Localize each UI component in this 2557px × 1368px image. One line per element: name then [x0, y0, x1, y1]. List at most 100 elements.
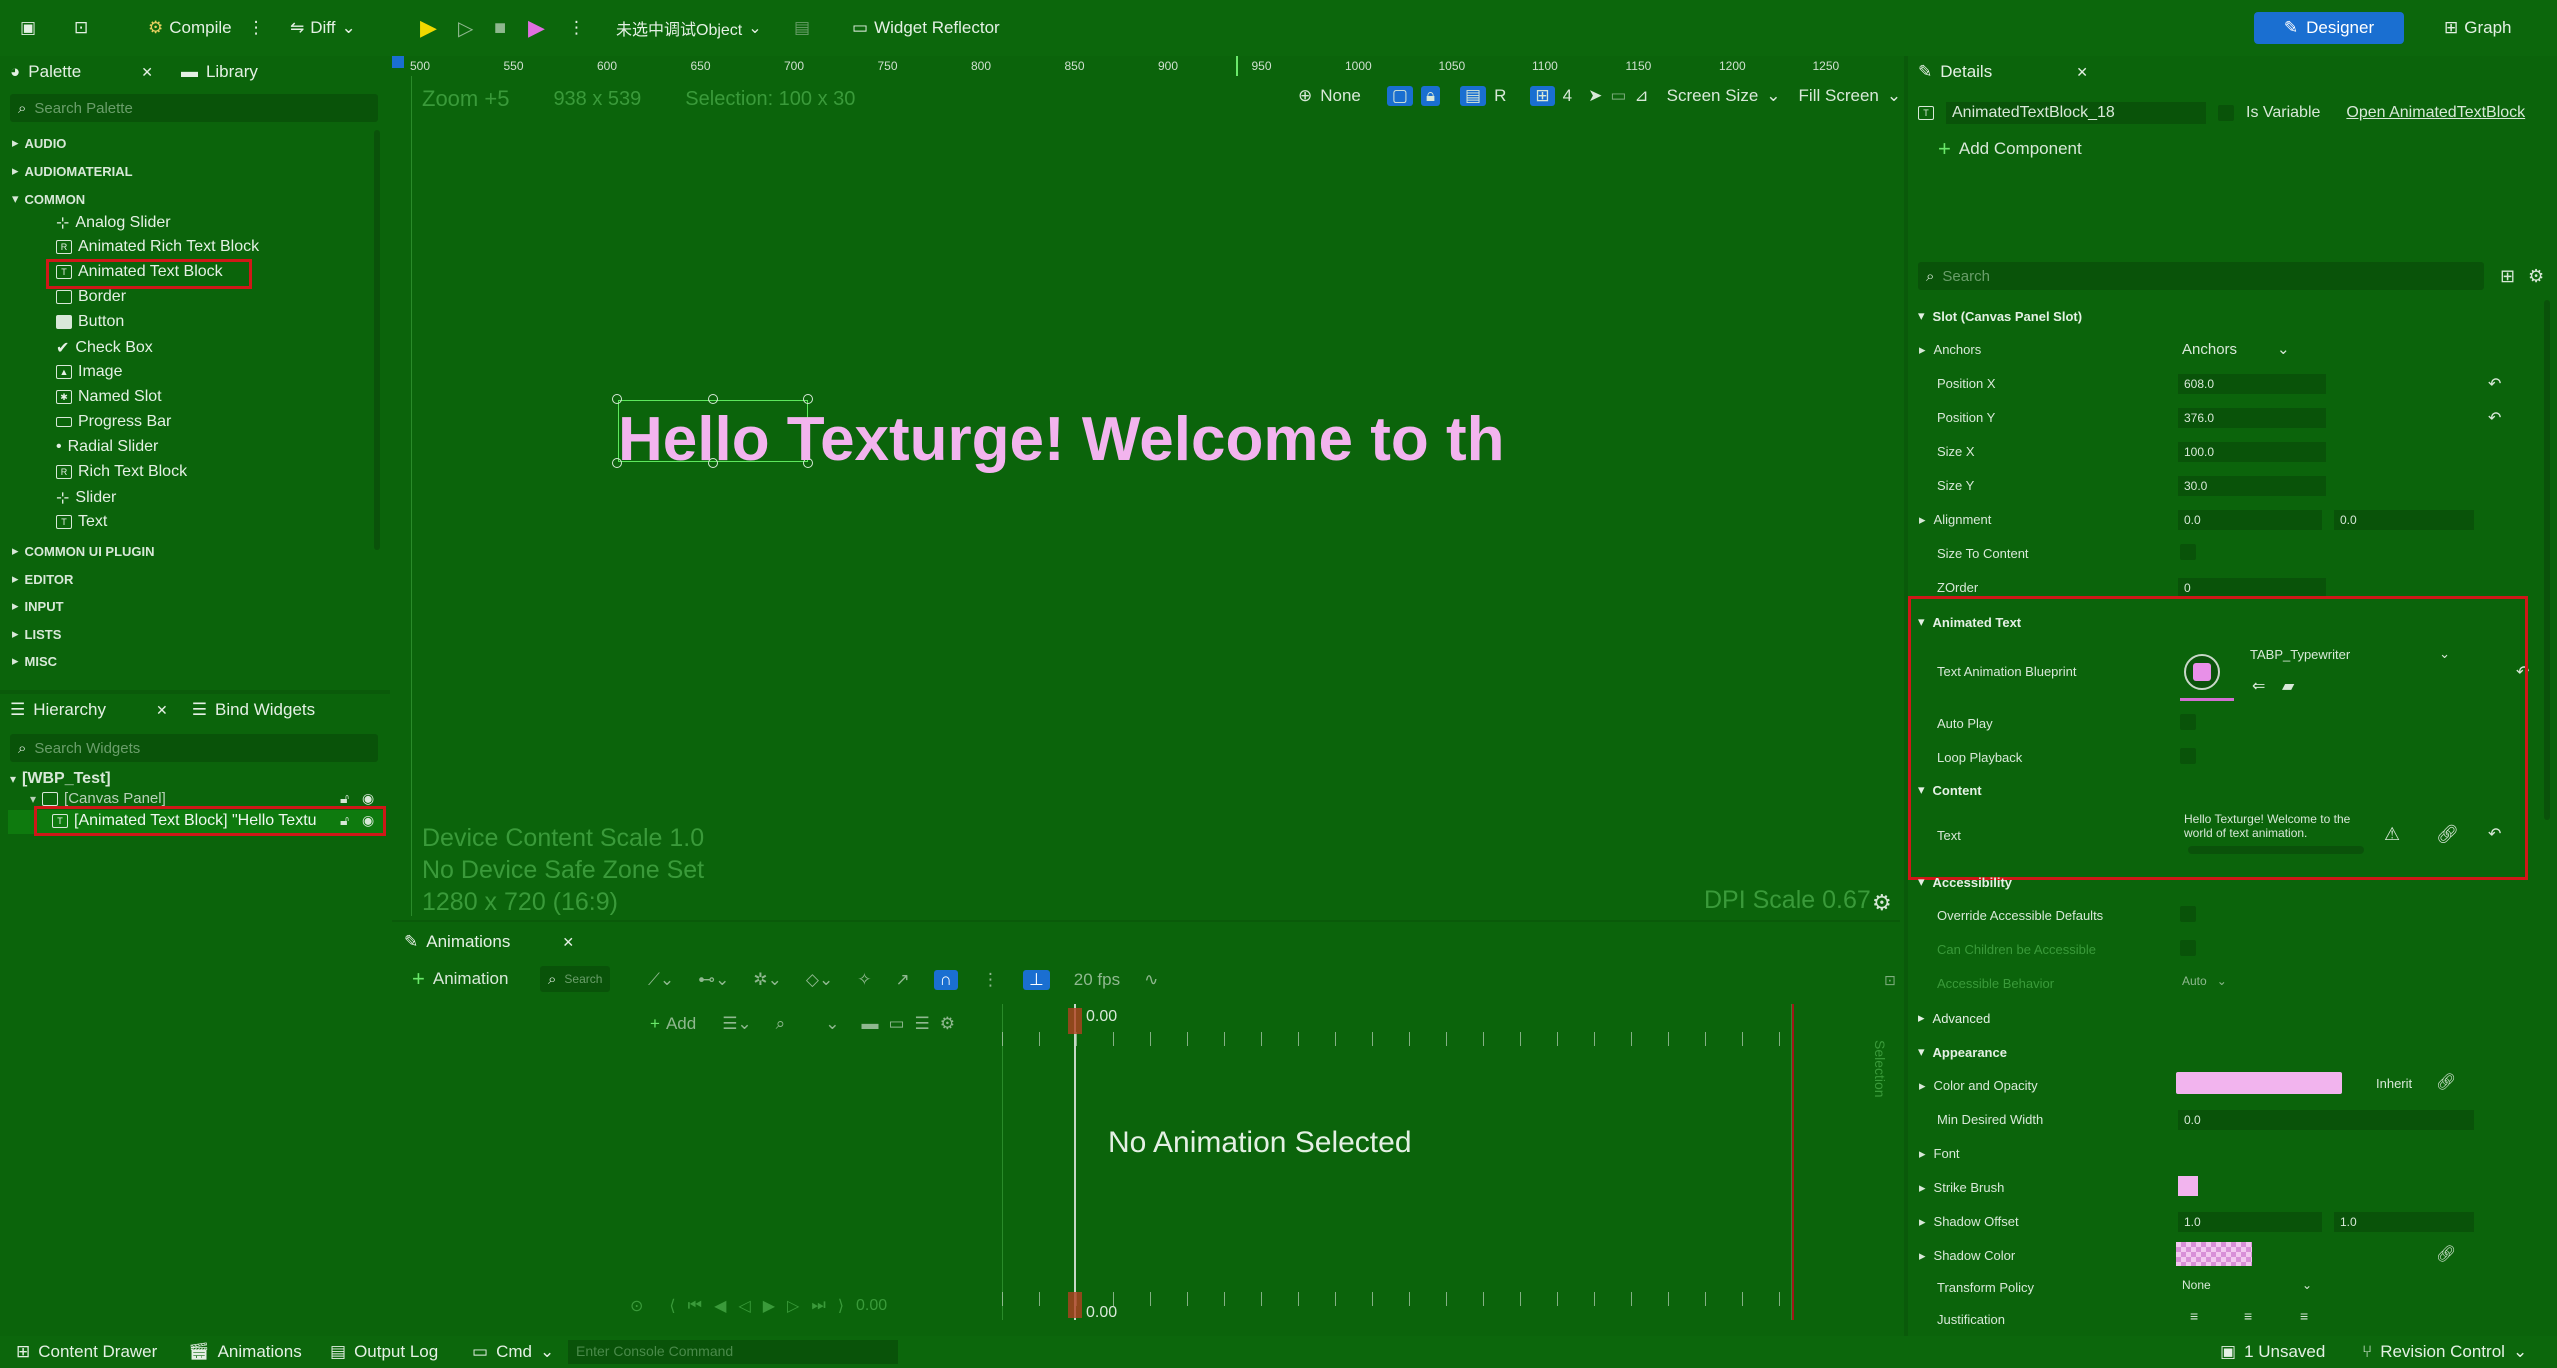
palette-item-check-box[interactable]: ✔ Check Box — [56, 338, 153, 358]
shadow-offset-y-input[interactable]: 1.0 — [2334, 1212, 2474, 1232]
override-accessible-checkbox[interactable] — [2180, 906, 2196, 922]
grid-icon[interactable]: ⊞ — [1530, 86, 1555, 106]
browse-icon[interactable]: ⊡ — [74, 14, 88, 42]
palette-item-rich-text-block[interactable]: R Rich Text Block — [56, 463, 187, 481]
transform-icon[interactable]: ⟋⌄ — [648, 970, 674, 990]
list-icon[interactable]: ☰ — [915, 1014, 930, 1034]
flip-icon[interactable]: ⊿ — [1634, 86, 1648, 106]
filter-icon[interactable]: ☰⌄ — [722, 1014, 751, 1034]
screen-size-dropdown[interactable]: Screen Size — [1667, 86, 1759, 106]
respect-locks-toggle[interactable]: R — [1494, 86, 1506, 106]
playhead-handle[interactable] — [1068, 1292, 1082, 1318]
expand-icon[interactable]: ▭ — [888, 1014, 904, 1034]
tab-library[interactable]: Library — [206, 62, 258, 82]
view-icon[interactable]: ⊷⌄ — [698, 970, 729, 990]
category-lists[interactable]: ▸ LISTS — [12, 626, 61, 642]
close-icon[interactable]: ✕ — [562, 934, 574, 951]
resize-handle[interactable] — [803, 394, 813, 404]
play-reverse-icon[interactable]: ◁ — [738, 1296, 750, 1316]
curve-icon[interactable]: ∿ — [1144, 970, 1158, 990]
more-options-icon[interactable]: ⋮ — [248, 18, 265, 38]
gear-icon[interactable]: ⚙ — [940, 1014, 955, 1034]
outline-toggle-icon[interactable]: ▢ — [1386, 86, 1413, 106]
collapse-icon[interactable]: ▬ — [861, 1014, 878, 1034]
section-slot[interactable]: ▾ Slot (Canvas Panel Slot) — [1918, 308, 2082, 324]
palette-item-image[interactable]: ▲ Image — [56, 363, 122, 381]
resize-handle[interactable] — [612, 394, 622, 404]
diff-button[interactable]: ⇋ Diff ⌄ — [290, 14, 356, 42]
eye-icon[interactable]: ◉ — [362, 790, 374, 807]
align-right-icon[interactable]: ≡ — [2300, 1308, 2308, 1324]
widget-name-input[interactable]: AnimatedTextBlock_18 — [1946, 102, 2206, 124]
alignment-x-input[interactable]: 0.0 — [2178, 510, 2322, 530]
fps-dropdown[interactable]: 20 fps — [1074, 970, 1120, 990]
settings-icon[interactable]: ⊡ — [1884, 972, 1896, 989]
is-variable-checkbox[interactable] — [2218, 105, 2234, 121]
play-icon[interactable]: ▶ — [420, 14, 437, 42]
palette-item-progress-bar[interactable]: Progress Bar — [56, 413, 171, 431]
size-to-content-checkbox[interactable] — [2180, 544, 2196, 560]
skip-start-icon[interactable]: ⟨ — [669, 1296, 675, 1316]
details-scrollbar[interactable] — [2544, 300, 2550, 820]
details-search-input[interactable]: ⌕ Search — [1918, 262, 2484, 290]
snap-icon[interactable]: ✧ — [857, 970, 871, 990]
keyframe-icon[interactable]: ◇⌄ — [806, 970, 833, 990]
respect-locks-icon[interactable]: ▤ — [1460, 86, 1487, 106]
unsaved-indicator[interactable]: ▣ 1 Unsaved — [2220, 1342, 2325, 1362]
stop-icon[interactable]: ■ — [494, 14, 506, 42]
close-icon[interactable]: ✕ — [141, 64, 153, 81]
close-icon[interactable]: ✕ — [156, 702, 168, 719]
browse-debug-icon[interactable]: ▤ — [794, 14, 810, 42]
palette-item-button[interactable]: Button — [56, 313, 124, 331]
category-common-ui-plugin[interactable]: ▸ COMMON UI PLUGIN — [12, 543, 155, 559]
playhead-snap-icon[interactable]: ⊥ — [1022, 970, 1050, 990]
gear-icon[interactable]: ⚙ — [1872, 890, 1892, 916]
output-log-button[interactable]: ▤ Output Log — [330, 1342, 438, 1362]
reset-icon[interactable]: ↶ — [2488, 374, 2501, 394]
canvas-animated-text[interactable]: Hello Texturge! Welcome to th — [618, 404, 1504, 475]
category-common[interactable]: ▾ COMMON — [12, 191, 85, 207]
gear-icon[interactable]: ⚙ — [2528, 266, 2544, 287]
options-icon[interactable]: ⊙ — [630, 1296, 643, 1316]
loop-icon[interactable]: ⟩ — [838, 1296, 844, 1316]
playhead-handle[interactable] — [1068, 1008, 1082, 1034]
palette-item-named-slot[interactable]: ✱ Named Slot — [56, 388, 162, 406]
category-misc[interactable]: ▸ MISC — [12, 653, 57, 669]
widget-reflector-button[interactable]: ▭ Widget Reflector — [852, 14, 1000, 42]
cursor-icon[interactable]: ➤ — [1588, 86, 1602, 106]
close-icon[interactable]: ✕ — [2076, 64, 2088, 81]
shadow-color-swatch[interactable] — [2176, 1242, 2252, 1266]
children-accessible-checkbox[interactable] — [2180, 940, 2196, 956]
camera-icon[interactable]: ✲⌄ — [753, 970, 782, 990]
cmd-dropdown[interactable]: ▭ Cmd ⌄ — [472, 1342, 554, 1362]
tab-palette[interactable]: Palette — [28, 62, 81, 82]
accessible-behavior-dropdown[interactable]: Auto ⌄ — [2182, 974, 2227, 988]
open-widget-link[interactable]: Open AnimatedTextBlock — [2346, 104, 2525, 122]
size-x-input[interactable]: 100.0 — [2178, 442, 2326, 462]
transform-policy-dropdown[interactable]: None ⌄ — [2182, 1278, 2312, 1292]
min-width-input[interactable]: 0.0 — [2178, 1110, 2474, 1130]
designer-viewport[interactable] — [392, 56, 1900, 916]
palette-item-radial-slider[interactable]: • Radial Slider — [56, 438, 158, 456]
grid-size[interactable]: 4 — [1563, 86, 1572, 106]
end-marker[interactable] — [1792, 1004, 1794, 1320]
section-accessibility[interactable]: ▾ Accessibility — [1918, 874, 2012, 890]
simulate-icon[interactable]: ▶ — [528, 14, 545, 42]
revision-control-button[interactable]: ⑂ Revision Control ⌄ — [2362, 1342, 2527, 1362]
timeline-area[interactable] — [1002, 1004, 1792, 1320]
zorder-input[interactable]: 0 — [2178, 578, 2326, 598]
category-audiomaterial[interactable]: ▸ AUDIOMATERIAL — [12, 163, 133, 179]
category-input[interactable]: ▸ INPUT — [12, 598, 64, 614]
align-center-icon[interactable]: ≡ — [2244, 1308, 2252, 1324]
category-audio[interactable]: ▸ AUDIO — [12, 135, 66, 151]
palette-item-text[interactable]: T Text — [56, 513, 107, 531]
add-track-button[interactable]: + Add — [650, 1014, 696, 1034]
step-back-icon[interactable]: ◀ — [714, 1296, 726, 1316]
preview-icon[interactable]: ▭ — [1610, 86, 1626, 106]
search-icon[interactable]: ⌕ — [776, 1014, 786, 1034]
content-drawer-button[interactable]: ⊞ Content Drawer — [16, 1342, 157, 1362]
designer-mode-button[interactable]: ✎ Designer — [2254, 12, 2404, 44]
hierarchy-search-input[interactable]: ⌕ Search Widgets — [10, 734, 378, 762]
localization-preview[interactable]: None — [1320, 86, 1361, 106]
step-forward-icon[interactable]: ▷ — [787, 1296, 799, 1316]
